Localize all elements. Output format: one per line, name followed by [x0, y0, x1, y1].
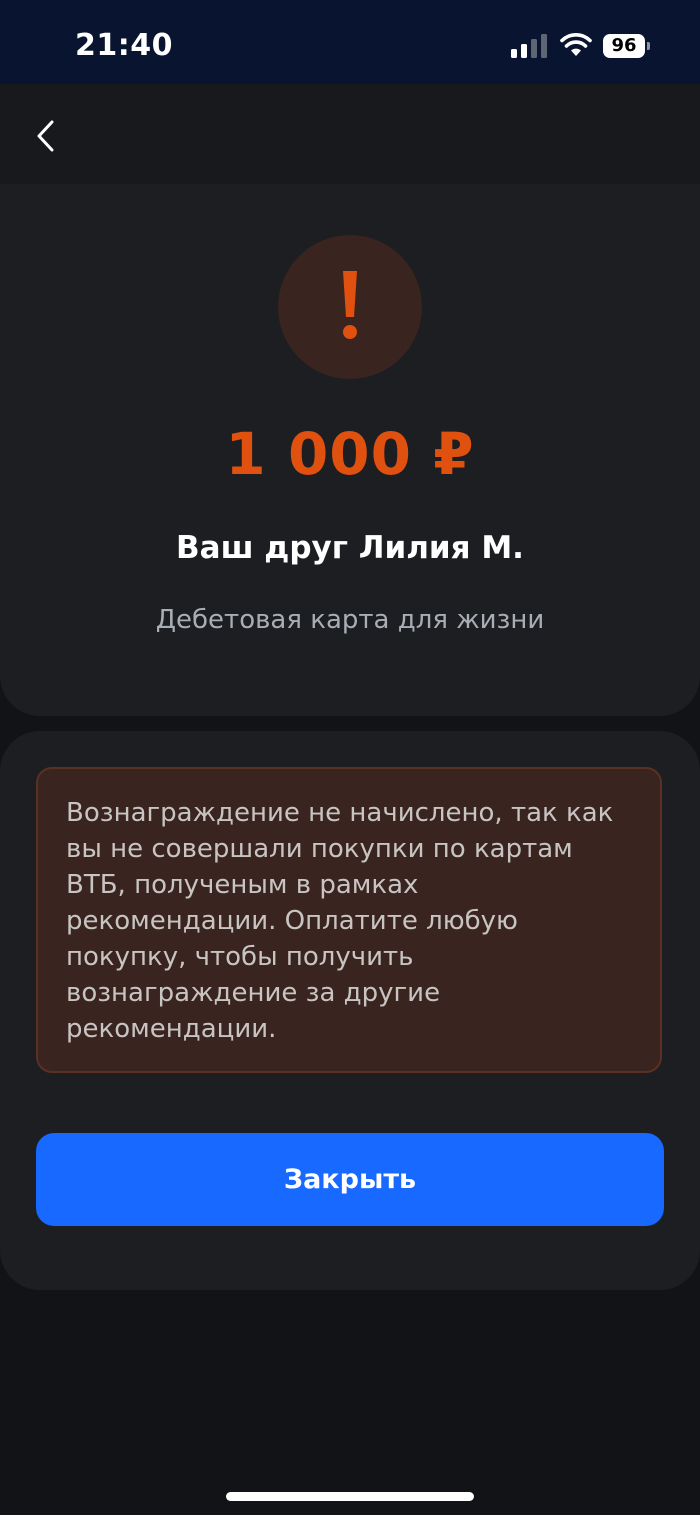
warning-badge — [278, 235, 422, 379]
battery-tip — [647, 42, 650, 50]
battery-icon: 96 — [603, 34, 650, 58]
back-button[interactable] — [20, 104, 76, 164]
home-indicator[interactable] — [226, 1492, 474, 1501]
reward-details-card: Вознаграждение не начислено, так как вы … — [0, 731, 700, 1290]
reward-amount: 1 000 ₽ — [225, 420, 475, 488]
battery-level: 96 — [603, 34, 645, 58]
warning-notice: Вознаграждение не начислено, так как вы … — [36, 767, 662, 1073]
reward-summary-card: 1 000 ₽ Ваш друг Лилия М. Дебетовая карт… — [0, 84, 700, 716]
product-name: Дебетовая карта для жизни — [155, 605, 545, 635]
chevron-left-icon — [37, 120, 54, 152]
status-bar: 21:40 96 — [0, 0, 700, 84]
friend-name: Ваш друг Лилия М. — [176, 530, 524, 566]
exclamation-icon — [343, 271, 357, 339]
notice-text: Вознаграждение не начислено, так как вы … — [66, 798, 614, 1044]
status-time: 21:40 — [75, 28, 173, 63]
close-button[interactable]: Закрыть — [36, 1133, 664, 1226]
signal-icon — [511, 34, 547, 58]
nav-bar — [0, 84, 700, 184]
wifi-icon — [560, 33, 592, 56]
